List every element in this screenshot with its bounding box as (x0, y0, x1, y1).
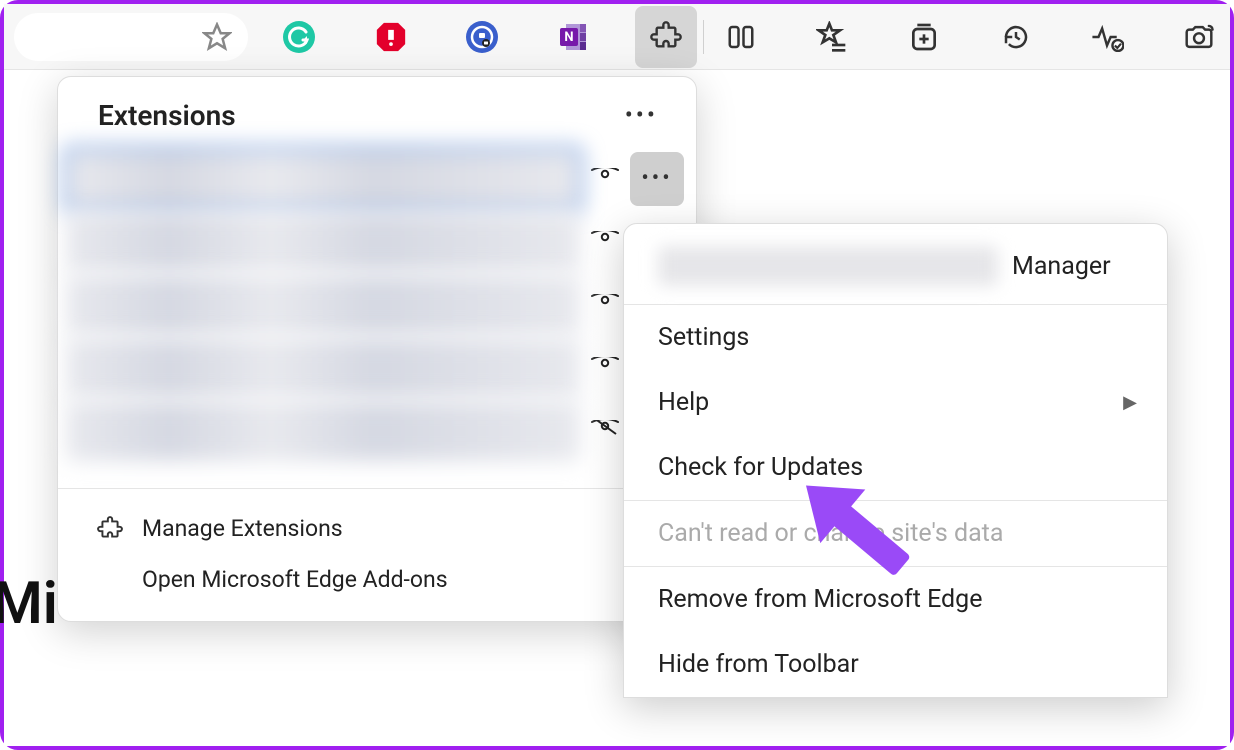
extension-name-blurred (66, 401, 580, 461)
context-item-label: Help (658, 388, 709, 417)
toolbar-divider (703, 20, 704, 54)
address-bar[interactable] (14, 13, 248, 61)
context-ext-name-blurred (658, 246, 998, 286)
grammarly-icon[interactable] (268, 6, 330, 68)
background-text: Mi (0, 570, 58, 638)
browser-toolbar: N (4, 4, 1230, 70)
extension-name-blurred (66, 275, 580, 335)
extension-name-blurred (66, 149, 580, 209)
svg-text:N: N (565, 30, 574, 45)
visibility-toggle[interactable] (580, 168, 630, 190)
manage-extensions-label: Manage Extensions (142, 515, 343, 542)
extension-row[interactable]: ••• (66, 210, 684, 273)
context-item-label: Hide from Toolbar (658, 650, 859, 679)
context-header-suffix: Manager (1012, 252, 1111, 281)
extension-row[interactable]: ••• (66, 399, 684, 462)
context-item[interactable]: Remove from Microsoft Edge (624, 567, 1167, 632)
collections-icon[interactable] (893, 6, 955, 68)
open-addons-label: Open Microsoft Edge Add-ons (142, 566, 448, 593)
extensions-panel: Extensions ••• ••••••••••••••• Manage Ex… (57, 76, 697, 622)
context-header: Manager (624, 224, 1167, 305)
context-item[interactable]: Help ▶ (624, 370, 1167, 435)
extension-row[interactable]: ••• (66, 336, 684, 399)
extension-row[interactable]: ••• (66, 273, 684, 336)
context-item-label: Settings (658, 323, 749, 352)
puzzle-icon (96, 516, 124, 542)
performance-icon[interactable] (1076, 6, 1138, 68)
extensions-title: Extensions (98, 99, 236, 132)
open-addons[interactable]: Open Microsoft Edge Add-ons (88, 554, 676, 605)
extension-more-button[interactable]: ••• (630, 152, 684, 206)
history-icon[interactable] (985, 6, 1047, 68)
favorites-icon[interactable] (801, 6, 863, 68)
adblock-icon[interactable] (360, 6, 422, 68)
context-item[interactable]: Hide from Toolbar (624, 632, 1167, 697)
star-icon[interactable] (202, 22, 232, 52)
onenote-icon[interactable]: N (543, 6, 605, 68)
extension-context-menu: Manager SettingsHelp▶Check for Updates C… (623, 223, 1168, 698)
extension-name-blurred (66, 338, 580, 398)
extensions-more-button[interactable]: ••• (617, 97, 666, 133)
screenshot-icon[interactable] (1168, 6, 1230, 68)
manage-extensions[interactable]: Manage Extensions (88, 503, 676, 554)
context-item-label: Remove from Microsoft Edge (658, 585, 982, 614)
split-screen-icon[interactable] (710, 6, 772, 68)
context-item[interactable]: Check for Updates (624, 435, 1167, 500)
extensions-list: ••••••••••••••• (58, 143, 696, 488)
extensions-icon[interactable] (635, 6, 697, 68)
extension-name-blurred (66, 212, 580, 272)
extension-row[interactable]: ••• (66, 147, 684, 210)
password-manager-icon[interactable] (452, 6, 514, 68)
chevron-right-icon: ▶ (1123, 392, 1137, 413)
context-item[interactable]: Settings (624, 305, 1167, 370)
